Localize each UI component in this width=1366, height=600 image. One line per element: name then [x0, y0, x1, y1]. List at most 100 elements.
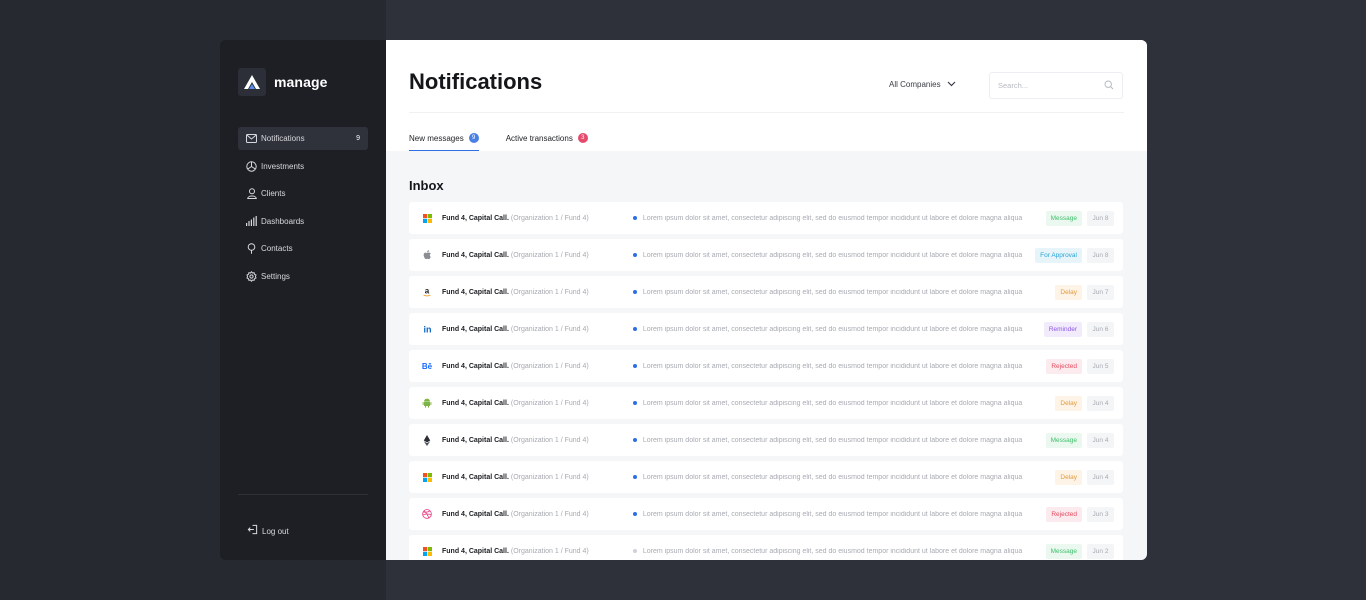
- envelope-icon: [246, 133, 257, 144]
- brand[interactable]: manage: [238, 68, 368, 96]
- search-input[interactable]: [998, 81, 1104, 90]
- notification-count-badge: 9: [356, 135, 360, 142]
- sidebar-item-label: Contacts: [261, 244, 293, 253]
- row-title: Fund 4, Capital Call.: [442, 510, 509, 518]
- brand-name: manage: [274, 74, 328, 90]
- status-badge: Delay: [1055, 469, 1082, 485]
- company-select[interactable]: All Companies: [889, 80, 956, 89]
- logout-label: Log out: [262, 526, 289, 536]
- inbox-row[interactable]: Fund 4, Capital Call. (Organization 1 / F…: [409, 461, 1123, 493]
- row-organization: (Organization 1 / Fund 4): [510, 251, 589, 259]
- tab-count-badge: 3: [577, 133, 588, 143]
- row-title: Fund 4, Capital Call.: [442, 288, 509, 296]
- sidebar-item-label: Investments: [261, 161, 305, 171]
- row-organization: (Organization 1 / Fund 4): [510, 436, 589, 444]
- row-preview-text: Lorem ipsum dolor sit amet, consectetur …: [642, 288, 1023, 296]
- row-organization: (Organization 1 / Fund 4): [510, 399, 589, 407]
- ethereum-icon: [421, 434, 433, 446]
- row-title: Fund 4, Capital Call.: [442, 399, 509, 407]
- app-window: manage Notifications 9 Investments Clients D…: [220, 40, 1147, 560]
- row-preview-text: Lorem ipsum dolor sit amet, consectetur …: [642, 362, 1023, 370]
- inbox-row[interactable]: Fund 4, Capital Call. (Organization 1 / F…: [409, 239, 1123, 271]
- row-date: Jun 8: [1087, 247, 1114, 263]
- unread-dot: [632, 475, 637, 479]
- inbox-row[interactable]: in Fund 4, Capital Call. (Organization 1 /…: [409, 313, 1123, 345]
- page-title: Notifications: [409, 69, 543, 94]
- svg-text:in: in: [423, 325, 431, 335]
- search-icon[interactable]: [1104, 77, 1114, 95]
- status-badge: Message: [1045, 543, 1082, 559]
- row-date: Jun 2: [1087, 543, 1114, 559]
- row-preview-text: Lorem ipsum dolor sit amet, consectetur …: [642, 473, 1023, 481]
- sidebar-item-label: Settings: [261, 271, 290, 281]
- unread-dot: [632, 216, 637, 220]
- main-header: Notifications All Companies Search... Ne…: [386, 40, 1147, 151]
- apple-icon: [421, 249, 433, 261]
- row-title: Fund 4, Capital Call.: [442, 362, 509, 370]
- unread-dot: [632, 549, 637, 553]
- sidebar-item-settings[interactable]: Settings: [238, 265, 368, 288]
- inbox-row[interactable]: Fund 4, Capital Call. (Organization 1 / F…: [409, 424, 1123, 456]
- inbox-row[interactable]: Fund 4, Capital Call. (Organization 1 / F…: [409, 535, 1123, 560]
- row-title: Fund 4, Capital Call.: [442, 547, 509, 555]
- row-preview-text: Lorem ipsum dolor sit amet, consectetur …: [642, 325, 1023, 333]
- row-date: Jun 8: [1087, 210, 1114, 226]
- inbox-row[interactable]: Fund 4, Capital Call. (Organization 1 / F…: [409, 387, 1123, 419]
- row-organization: (Organization 1 / Fund 4): [510, 362, 589, 370]
- tab-new-messages[interactable]: New messages 9: [409, 125, 479, 151]
- tab-label: Active transactions: [505, 133, 573, 143]
- row-title: Fund 4, Capital Call.: [442, 325, 509, 333]
- header-divider: [409, 112, 1124, 113]
- amazon-icon: a: [421, 286, 433, 298]
- sidebar: manage Notifications 9 Investments Clients D…: [220, 40, 386, 560]
- tab-count-badge: 9: [468, 133, 479, 143]
- sidebar-item-label: Clients: [261, 189, 286, 198]
- sidebar-item-label: Dashboards: [261, 216, 305, 226]
- row-organization: (Organization 1 / Fund 4): [510, 288, 589, 296]
- inbox-row[interactable]: Bē Fund 4, Capital Call. (Organization 1 /…: [409, 350, 1123, 382]
- row-title: Fund 4, Capital Call.: [442, 214, 509, 222]
- user-icon: [246, 188, 257, 199]
- status-badge: Rejected: [1046, 506, 1082, 522]
- unread-dot: [632, 401, 637, 405]
- chevron-down-icon: [947, 80, 956, 89]
- row-preview-text: Lorem ipsum dolor sit amet, consectetur …: [642, 547, 1023, 555]
- row-date: Jun 3: [1087, 506, 1114, 522]
- inbox-title: Inbox: [409, 178, 444, 193]
- dribbble-icon: [421, 508, 433, 520]
- signal-bars-icon: [246, 216, 257, 227]
- row-organization: (Organization 1 / Fund 4): [510, 473, 589, 481]
- sidebar-item-clients[interactable]: Clients: [238, 182, 368, 205]
- search-box: [989, 72, 1123, 99]
- row-organization: (Organization 1 / Fund 4): [510, 547, 589, 555]
- row-date: Jun 4: [1087, 469, 1114, 485]
- sidebar-item-dashboards[interactable]: Dashboards: [238, 210, 368, 233]
- row-preview-text: Lorem ipsum dolor sit amet, consectetur …: [642, 510, 1023, 518]
- inbox-row[interactable]: Fund 4, Capital Call. (Organization 1 / F…: [409, 498, 1123, 530]
- unread-dot: [632, 438, 637, 442]
- tab-bar: New messages 9 Active transactions 3: [409, 125, 588, 151]
- row-organization: (Organization 1 / Fund 4): [510, 510, 589, 518]
- sidebar-divider: [238, 494, 368, 495]
- row-title: Fund 4, Capital Call.: [442, 251, 509, 259]
- status-badge: Message: [1045, 432, 1082, 448]
- logout-button[interactable]: Log out: [247, 522, 289, 540]
- tab-label: New messages: [409, 133, 464, 143]
- status-badge: For Approval: [1035, 247, 1082, 263]
- main-content: Notifications All Companies Search... Ne…: [386, 40, 1147, 560]
- microsoft-icon: [421, 545, 433, 557]
- sidebar-item-contacts[interactable]: Contacts: [238, 237, 368, 260]
- status-badge: Delay: [1055, 395, 1082, 411]
- sidebar-item-notifications[interactable]: Notifications 9: [238, 127, 368, 150]
- sidebar-item-label: Notifications: [261, 134, 305, 143]
- inbox-row[interactable]: Fund 4, Capital Call. (Organization 1 / F…: [409, 202, 1123, 234]
- pie-chart-icon: [246, 160, 257, 172]
- svg-text:Bē: Bē: [422, 362, 433, 371]
- sidebar-item-investments[interactable]: Investments: [238, 155, 368, 178]
- svg-text:a: a: [425, 287, 430, 296]
- tab-active-transactions[interactable]: Active transactions 3: [506, 125, 588, 151]
- status-badge: Rejected: [1046, 358, 1082, 374]
- row-organization: (Organization 1 / Fund 4): [510, 214, 589, 222]
- row-date: Jun 7: [1087, 284, 1114, 300]
- inbox-row[interactable]: a Fund 4, Capital Call. (Organization 1 / …: [409, 276, 1123, 308]
